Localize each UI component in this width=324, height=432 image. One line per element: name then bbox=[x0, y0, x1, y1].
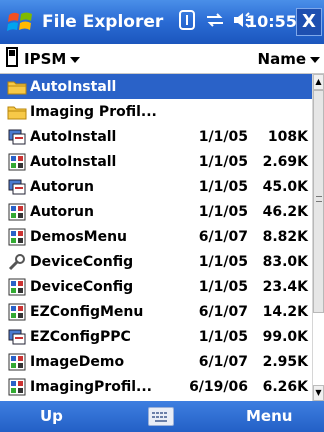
file-date: 1/1/05 bbox=[198, 328, 248, 345]
sort-dropdown[interactable]: Name bbox=[258, 44, 320, 74]
file-name: DemosMenu bbox=[30, 228, 128, 245]
registry-file-icon bbox=[6, 377, 28, 397]
close-button[interactable]: X bbox=[296, 8, 322, 36]
file-list: AutoInstall Imaging Profil... AutoInstall 1… bbox=[0, 74, 312, 401]
file-date: 1/1/05 bbox=[198, 128, 248, 145]
folder-dropdown[interactable]: IPSM bbox=[6, 46, 81, 71]
file-size: 2.69K bbox=[262, 153, 308, 170]
file-name: AutoInstall bbox=[30, 128, 117, 145]
file-name: ImagingProfil... bbox=[30, 378, 152, 395]
vertical-scrollbar[interactable]: ▲ ▼ bbox=[312, 74, 324, 401]
file-name: AutoInstall bbox=[30, 78, 117, 95]
program-icon bbox=[6, 327, 28, 347]
path-bar: IPSM Name bbox=[0, 44, 324, 74]
file-name: EZConfigMenu bbox=[30, 303, 144, 320]
windows-flag-icon[interactable] bbox=[0, 0, 40, 44]
connectivity-icon[interactable] bbox=[204, 9, 226, 35]
file-name: AutoInstall bbox=[30, 153, 117, 170]
registry-file-icon bbox=[6, 202, 28, 222]
folder-icon bbox=[6, 102, 28, 122]
file-date: 1/1/05 bbox=[198, 253, 248, 270]
program-icon bbox=[6, 127, 28, 147]
menu-softkey[interactable]: Menu bbox=[246, 401, 292, 432]
file-date: 6/1/07 bbox=[198, 228, 248, 245]
registry-file-icon bbox=[6, 152, 28, 172]
registry-file-icon bbox=[6, 352, 28, 372]
file-size: 6.26K bbox=[262, 378, 308, 395]
file-name: ImageDemo bbox=[30, 353, 125, 370]
file-name: DeviceConfig bbox=[30, 253, 134, 270]
file-name: Autorun bbox=[30, 203, 94, 220]
list-item[interactable]: ImageDemo 6/1/07 2.95K bbox=[0, 349, 312, 374]
file-size: 2.95K bbox=[262, 353, 308, 370]
registry-file-icon bbox=[6, 277, 28, 297]
keyboard-icon[interactable] bbox=[148, 407, 174, 426]
file-size: 83.0K bbox=[262, 253, 308, 270]
list-item[interactable]: Imaging Profil... bbox=[0, 99, 312, 124]
file-size: 99.0K bbox=[262, 328, 308, 345]
menu-bar: Up Menu bbox=[0, 401, 324, 432]
file-date: 6/1/07 bbox=[198, 353, 248, 370]
chevron-down-icon bbox=[70, 50, 81, 68]
chevron-down-icon bbox=[310, 50, 320, 68]
clock[interactable]: 10:55 bbox=[246, 0, 297, 44]
list-item[interactable]: ImagingProfil... 6/19/06 6.26K bbox=[0, 374, 312, 399]
file-size: 46.2K bbox=[262, 203, 308, 220]
list-item[interactable]: Autorun 1/1/05 45.0K bbox=[0, 174, 312, 199]
wrench-icon bbox=[6, 252, 28, 272]
file-name: DeviceConfig bbox=[30, 278, 134, 295]
app-title: File Explorer bbox=[42, 12, 164, 32]
file-name: EZConfigPPC bbox=[30, 328, 131, 345]
file-size: 23.4K bbox=[262, 278, 308, 295]
file-size: 108K bbox=[267, 128, 308, 145]
file-size: 8.82K bbox=[262, 228, 308, 245]
folder-name: IPSM bbox=[24, 49, 67, 68]
file-size: 14.2K bbox=[262, 303, 308, 320]
list-item[interactable]: EZConfigPPC 1/1/05 99.0K bbox=[0, 324, 312, 349]
registry-file-icon bbox=[6, 227, 28, 247]
program-icon bbox=[6, 177, 28, 197]
list-item[interactable]: Autorun 1/1/05 46.2K bbox=[0, 199, 312, 224]
file-name: Autorun bbox=[30, 178, 94, 195]
list-item[interactable]: AutoInstall bbox=[0, 74, 312, 99]
scroll-up-button[interactable]: ▲ bbox=[313, 74, 324, 90]
registry-file-icon bbox=[6, 302, 28, 322]
folder-icon bbox=[6, 77, 28, 97]
list-item[interactable]: DemosMenu 6/1/07 8.82K bbox=[0, 224, 312, 249]
up-softkey[interactable]: Up bbox=[40, 401, 63, 432]
file-date: 1/1/05 bbox=[198, 178, 248, 195]
list-item[interactable]: DeviceConfig 1/1/05 23.4K bbox=[0, 274, 312, 299]
list-item[interactable]: AutoInstall 1/1/05 2.69K bbox=[0, 149, 312, 174]
sort-label: Name bbox=[257, 50, 306, 68]
file-date: 6/19/06 bbox=[189, 378, 248, 395]
list-item[interactable]: DeviceConfig 1/1/05 83.0K bbox=[0, 249, 312, 274]
input-panel-icon[interactable] bbox=[176, 9, 198, 35]
file-date: 1/1/05 bbox=[198, 278, 248, 295]
file-date: 1/1/05 bbox=[198, 153, 248, 170]
file-date: 1/1/05 bbox=[198, 203, 248, 220]
scroll-thumb[interactable] bbox=[313, 90, 324, 313]
storage-card-icon bbox=[6, 46, 18, 71]
list-item[interactable]: AutoInstall 1/1/05 108K bbox=[0, 124, 312, 149]
scroll-down-button[interactable]: ▼ bbox=[313, 385, 324, 401]
file-name: Imaging Profil... bbox=[30, 103, 157, 120]
list-item[interactable]: EZConfigMenu 6/1/07 14.2K bbox=[0, 299, 312, 324]
file-size: 45.0K bbox=[262, 178, 308, 195]
file-date: 6/1/07 bbox=[198, 303, 248, 320]
title-bar: File Explorer 10:55 X bbox=[0, 0, 324, 44]
